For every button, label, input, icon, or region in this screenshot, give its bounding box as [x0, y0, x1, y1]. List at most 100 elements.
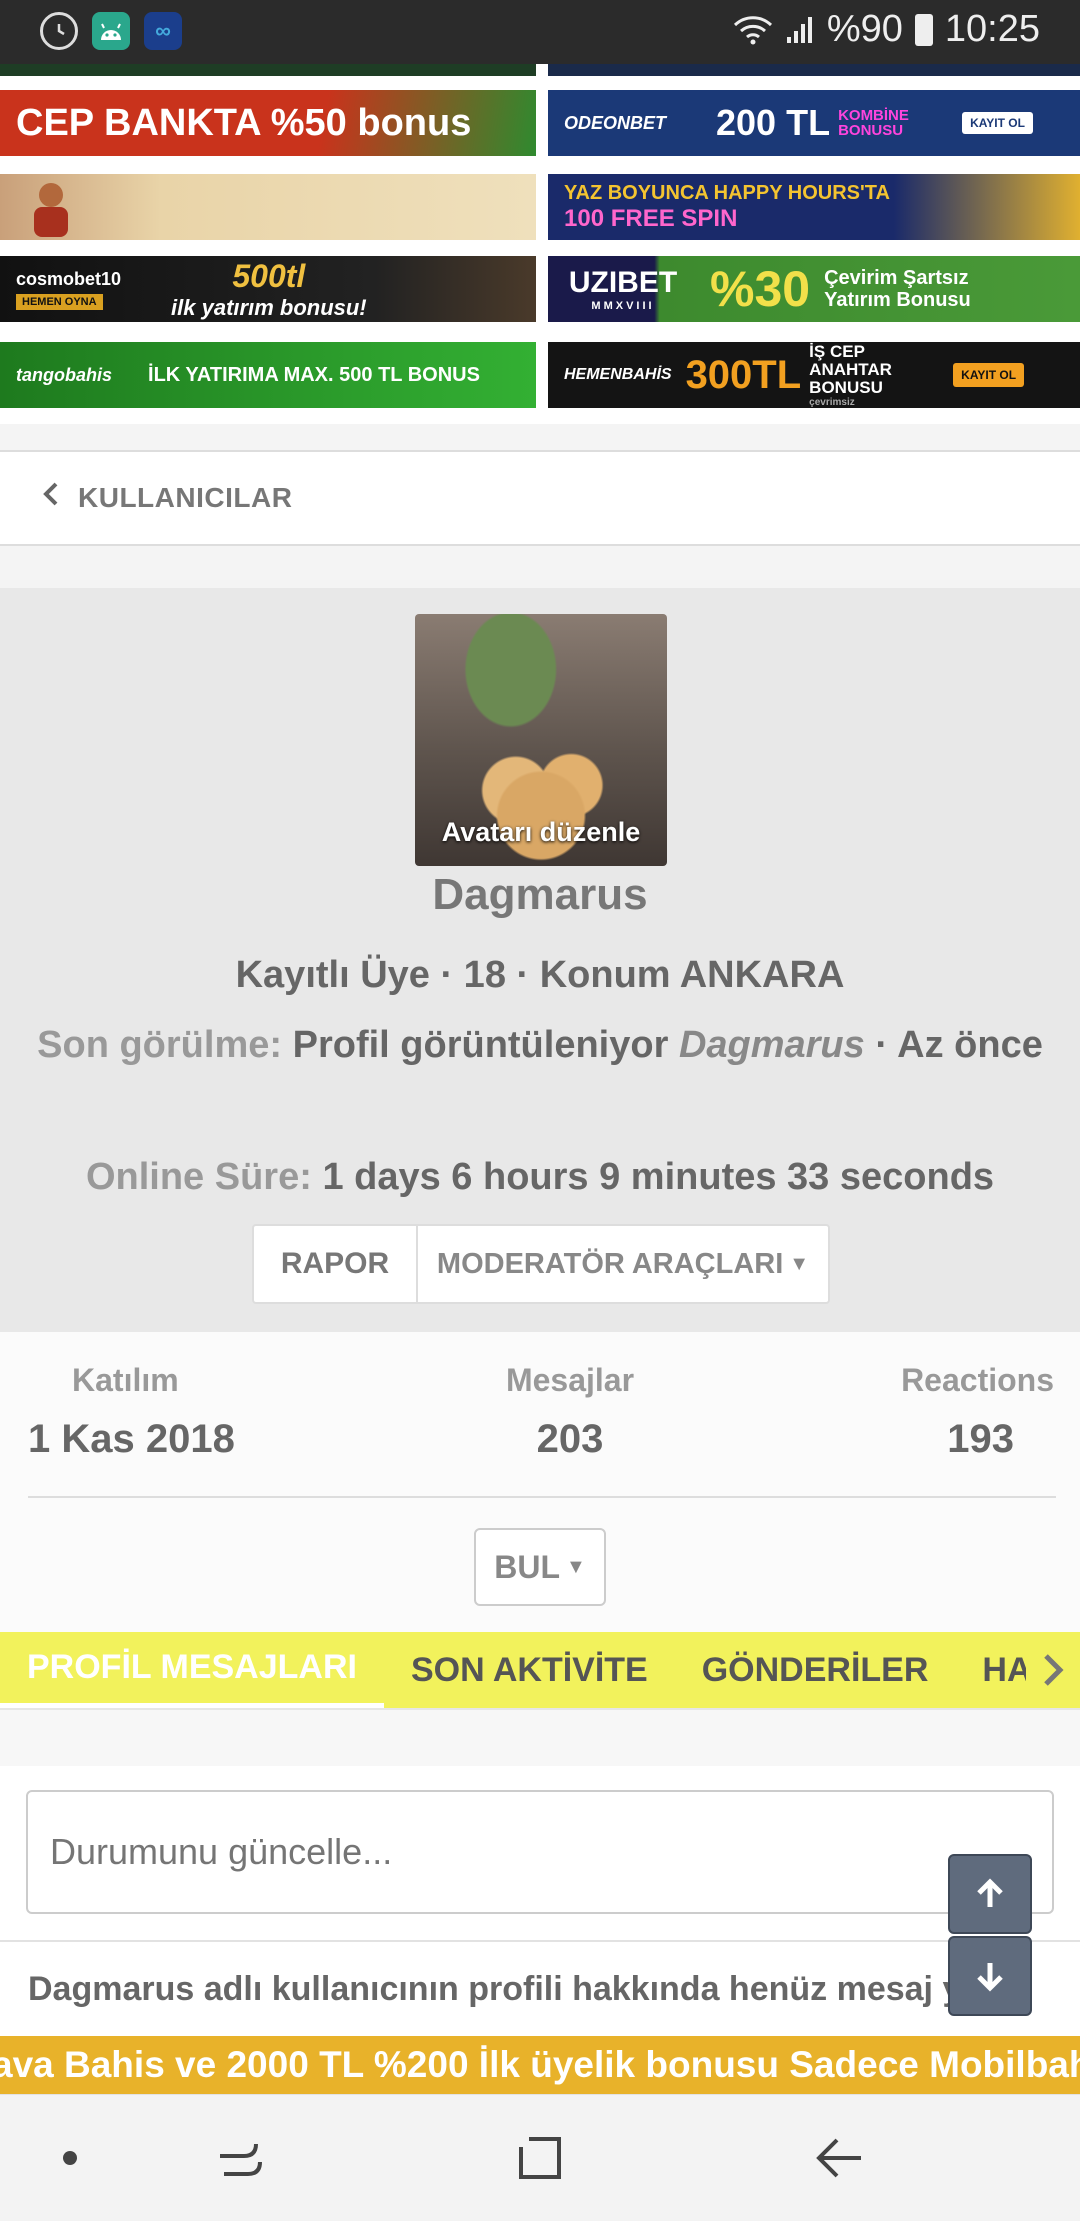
- ad-brand: HEMENBAHİS: [564, 366, 672, 383]
- home-icon[interactable]: [500, 2095, 580, 2221]
- system-nav-bar: [0, 2094, 1080, 2221]
- back-icon[interactable]: [800, 2095, 880, 2221]
- ad-offer: İŞ CEP ANAHTAR BONUSU çevrimsiz: [809, 342, 939, 408]
- player-image-icon: [34, 183, 68, 237]
- profile-username: Dagmarus: [432, 870, 648, 919]
- ad-banner-text: CEP BANKTA %50 bonus: [16, 101, 472, 144]
- profile-messages: Dagmarus adlı kullanıcının profili hakkı…: [0, 1708, 1080, 2036]
- recent-apps-icon[interactable]: [200, 2095, 280, 2221]
- ad-banner-text: %30: [710, 261, 811, 317]
- ad-brand: cosmobet10: [16, 268, 122, 289]
- banner-top-strip: [548, 64, 1080, 76]
- divider: [0, 1940, 1080, 1942]
- find-button-label: BUL: [494, 1548, 560, 1585]
- ad-banner-text: 300TL: [685, 352, 802, 397]
- ad-banner-sub: ilk yatırım bonusu!: [171, 294, 367, 320]
- ad-banner-sub: KOMBİNE BONUSU: [838, 107, 909, 139]
- tab-profile-messages[interactable]: PROFİL MESAJLARI: [0, 1632, 384, 1708]
- banner-top-strip: [0, 64, 536, 76]
- ad-banner-text: 500tl: [232, 257, 306, 294]
- profile-header: Avatarı düzenle Dagmarus Kayıtlı Üye · 1…: [0, 588, 1080, 1332]
- stat-label: Reactions: [901, 1362, 1054, 1398]
- ad-brand-sub: MMXVIII: [591, 300, 655, 312]
- online-time-label: Online Süre:: [85, 1156, 312, 1198]
- find-button[interactable]: BUL ▼: [474, 1528, 606, 1606]
- last-seen-time: · Az önce: [875, 1024, 1043, 1066]
- divider: [28, 1496, 1056, 1498]
- scroll-to-bottom-button[interactable]: [948, 1936, 1032, 2016]
- stat-value: 1 Kas 2018: [28, 1417, 235, 1461]
- ad-banner-sub: 100 FREE SPIN: [564, 204, 738, 232]
- ad-offer: 500tl ilk yatırım bonusu!: [171, 258, 367, 321]
- ad-cta: KAYIT OL: [953, 363, 1025, 387]
- promo-marquee[interactable]: ava Bahis ve 2000 TL %200 İlk üyelik bon…: [0, 2036, 1080, 2094]
- battery-icon: [914, 13, 933, 46]
- ad-brand-block: cosmobet10 HEMEN OYNA: [16, 269, 121, 310]
- ad-banner-text: YAZ BOYUNCA HAPPY HOURS'TA: [564, 181, 890, 204]
- ad-note: çevrimsiz: [809, 396, 855, 408]
- ad-cta: KAYIT OL: [962, 112, 1033, 134]
- report-button[interactable]: RAPOR: [254, 1226, 418, 1302]
- ad-brand: ODEONBET: [564, 112, 667, 133]
- last-seen-line: Son görülme: Profil görüntüleniyor Dagma…: [0, 1024, 1080, 1067]
- stat-label: Mesajlar: [505, 1362, 635, 1398]
- stat-messages[interactable]: Mesajlar 203: [480, 1362, 660, 1462]
- ad-cta: HEMEN OYNA: [16, 293, 103, 310]
- ad-banner-cep-banka[interactable]: CEP BANKTA %50 bonus: [0, 90, 536, 156]
- ad-banner-hemenbahis[interactable]: HEMENBAHİS 300TL İŞ CEP ANAHTAR BONUSU ç…: [548, 342, 1080, 408]
- status-right: %90 10:25: [733, 8, 1040, 51]
- battery-percent: %90: [826, 8, 903, 50]
- online-time-line: Online Süre: 1 days 6 hours 9 minutes 33…: [0, 1156, 1080, 1199]
- ad-banner-free-spin[interactable]: YAZ BOYUNCA HAPPY HOURS'TA 100 FREE SPIN: [548, 174, 1080, 240]
- last-seen-activity: Profil görüntüleniyor: [292, 1024, 669, 1066]
- back-to-users-link[interactable]: KULLANICILAR: [0, 450, 1080, 546]
- last-seen-label: Son görülme:: [37, 1024, 283, 1066]
- status-update-input[interactable]: [26, 1790, 1054, 1914]
- marquee-text: ava Bahis ve 2000 TL %200 İlk üyelik bon…: [0, 2044, 1080, 2085]
- ad-banner-player[interactable]: [0, 174, 536, 240]
- stat-joined: Katılım 1 Kas 2018: [28, 1362, 235, 1462]
- arrow-down-icon: [977, 1963, 1003, 1992]
- status-bar: ∞ %90 10:25: [0, 0, 1080, 64]
- ad-banner-sub: Çevirim Şartsız Yatırım Bonusu: [824, 267, 971, 311]
- caret-down-icon: ▼: [565, 1555, 586, 1578]
- ad-banner-uzibet[interactable]: UZIBET MMXVIII %30 Çevirim Şartsız Yatır…: [548, 256, 1080, 322]
- avatar[interactable]: Avatarı düzenle: [415, 614, 667, 866]
- android-icon: [92, 12, 130, 50]
- arrow-up-icon: [977, 1878, 1003, 1907]
- no-messages-text: Dagmarus adlı kullanıcının profili hakkı…: [28, 1970, 1011, 2008]
- ad-banner-tangobahis[interactable]: tangobahis İLK YATIRIMA MAX. 500 TL BONU…: [0, 342, 536, 408]
- profile-actions: RAPOR MODERATÖR ARAÇLARI ▼: [252, 1224, 830, 1304]
- stat-reactions: Reactions 193: [880, 1362, 1080, 1462]
- scroll-to-top-button[interactable]: [948, 1854, 1032, 1934]
- online-time-value: 1 days 6 hours 9 minutes 33 seconds: [322, 1156, 995, 1198]
- ad-banner-odeonbet[interactable]: ODEONBET 200 TL KOMBİNE BONUSU KAYIT OL: [548, 90, 1080, 156]
- back-link-label: KULLANICILAR: [78, 482, 293, 513]
- stat-value: 203: [536, 1417, 604, 1461]
- tab-posts[interactable]: GÖNDERİLER: [675, 1632, 956, 1708]
- profile-stats: Katılım 1 Kas 2018 Mesajlar 203 Reaction…: [0, 1332, 1080, 1632]
- spacer: [0, 1708, 1080, 1766]
- profile-tabs: PROFİL MESAJLARI SON AKTİVİTE GÖNDERİLER…: [0, 1632, 1080, 1708]
- ad-banner-text: İLK YATIRIMA MAX. 500 TL BONUS: [148, 363, 480, 386]
- ad-brand-block: UZIBET MMXVIII: [548, 256, 698, 322]
- ad-brand: tangobahis: [16, 364, 113, 385]
- stat-label: Katılım: [72, 1362, 179, 1398]
- ad-banner-sub: İŞ CEP ANAHTAR BONUSU: [809, 342, 892, 397]
- member-info: Kayıtlı Üye · 18 · Konum ANKARA: [235, 954, 845, 996]
- moderator-tools-button[interactable]: MODERATÖR ARAÇLARI ▼: [418, 1226, 828, 1302]
- nav-dot-icon[interactable]: [40, 2095, 100, 2221]
- chevron-left-icon: [42, 481, 60, 515]
- ad-banners: CEP BANKTA %50 bonus ODEONBET 200 TL KOM…: [0, 64, 1080, 424]
- notification-icons: ∞: [40, 12, 182, 50]
- chevron-right-icon[interactable]: [1026, 1632, 1080, 1708]
- moderator-tools-label: MODERATÖR ARAÇLARI: [436, 1247, 784, 1280]
- clock-sync-icon: [40, 12, 78, 50]
- ad-banner-text: 200 TL: [716, 102, 831, 143]
- tab-recent-activity[interactable]: SON AKTİVİTE: [384, 1632, 675, 1708]
- signal-icon: [786, 16, 812, 43]
- last-seen-user-link[interactable]: Dagmarus: [679, 1024, 865, 1066]
- ad-banner-cosmobet[interactable]: cosmobet10 HEMEN OYNA 500tl ilk yatırım …: [0, 256, 536, 322]
- stat-value: 193: [947, 1417, 1014, 1461]
- wifi-icon: [733, 15, 772, 44]
